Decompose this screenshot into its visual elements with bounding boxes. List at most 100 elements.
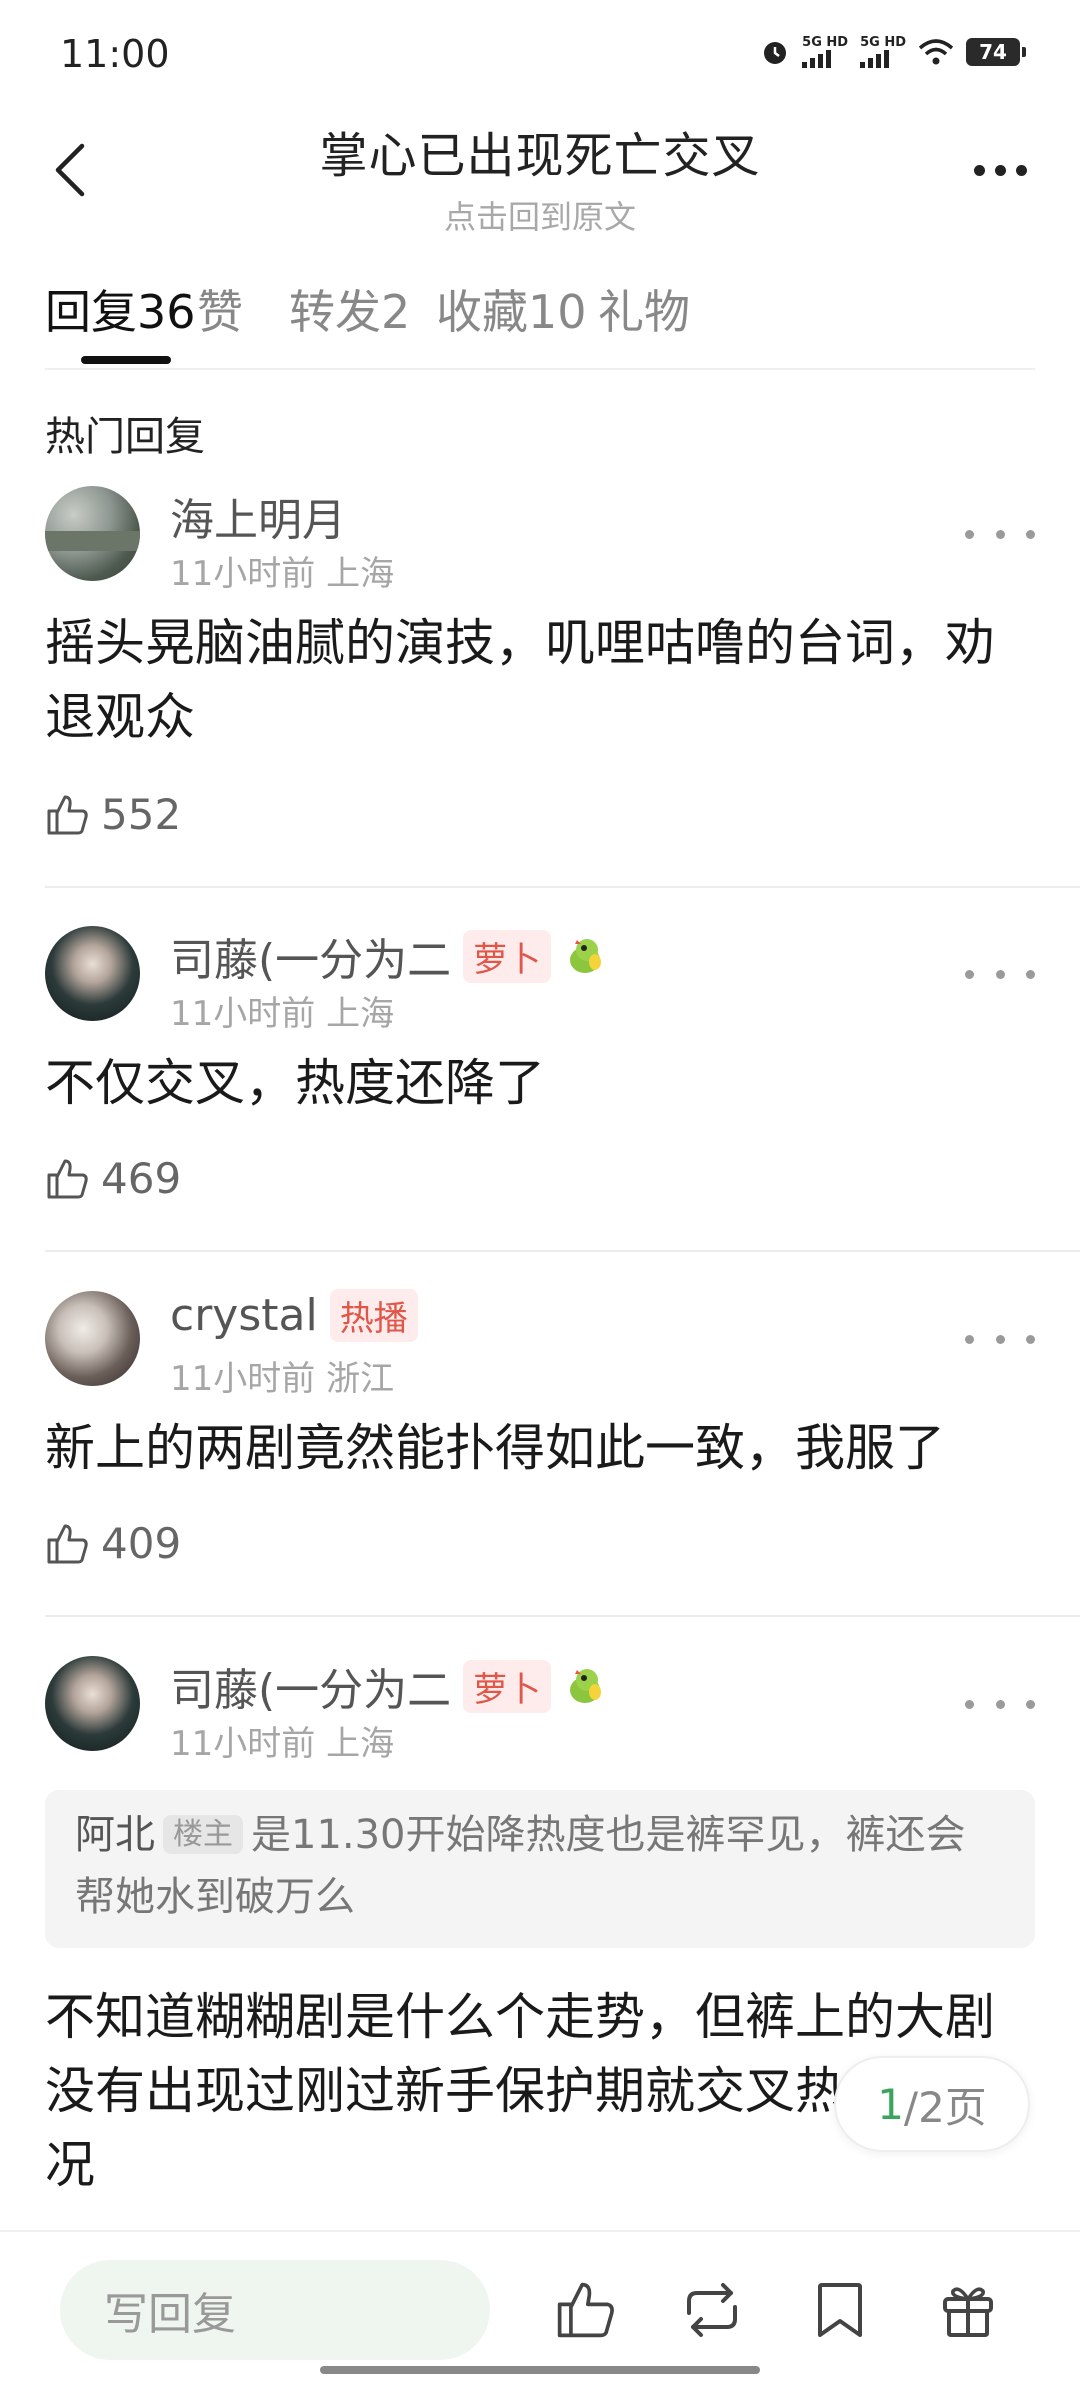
page-current: 1 <box>877 2079 904 2129</box>
dragon-emoji-icon <box>570 939 602 973</box>
comment-more-button[interactable] <box>965 514 1035 554</box>
tab-favorites[interactable]: 收藏10 <box>436 276 587 342</box>
user-badge: 热播 <box>329 1289 418 1342</box>
home-indicator[interactable] <box>320 2366 760 2374</box>
tab-label: 礼物 <box>598 285 690 339</box>
tab-bar: 回复36 赞 转发2 收藏10 礼物 <box>45 270 1035 370</box>
divider <box>45 1615 1080 1617</box>
like-count: 409 <box>101 1519 182 1568</box>
battery-icon: 74 <box>966 38 1026 66</box>
network-label: 5G HD <box>802 35 849 50</box>
tab-gifts[interactable]: 礼物 <box>598 276 690 342</box>
comment-location: 上海 <box>326 994 395 1034</box>
comment-more-button[interactable] <box>965 1684 1035 1724</box>
section-title: 热门回复 <box>45 414 205 460</box>
comment-meta: 11小时前 上海 <box>170 986 394 1035</box>
reply-input[interactable]: 写回复 <box>60 2260 490 2360</box>
comment-meta: 11小时前 上海 <box>170 546 394 595</box>
tab-label: 回复 <box>45 285 137 339</box>
avatar[interactable] <box>45 1656 140 1751</box>
comment-meta: 11小时前 浙江 <box>170 1351 394 1400</box>
bookmark-button[interactable] <box>800 2270 880 2350</box>
like-button[interactable]: 409 <box>45 1519 181 1568</box>
repost-icon <box>687 2283 737 2337</box>
avatar[interactable] <box>45 926 140 1021</box>
op-badge: 楼主 <box>163 1815 243 1854</box>
comment-meta: 11小时前 上海 <box>170 1716 394 1765</box>
user-badge: 萝卜 <box>463 1659 552 1713</box>
quote-author: 阿北 <box>75 1812 155 1858</box>
back-to-original-link[interactable]: 点击回到原文 <box>200 192 880 238</box>
user-row: 司藤(一分为二 萝卜 <box>170 924 611 988</box>
title-block[interactable]: 掌心已出现死亡交叉 点击回到原文 <box>200 116 880 238</box>
comment-time: 11小时前 <box>170 554 316 594</box>
back-button[interactable] <box>30 130 110 210</box>
user-row: crystal 热播 <box>170 1289 418 1342</box>
divider <box>45 1250 1080 1252</box>
thumbs-up-icon <box>47 1524 88 1563</box>
avatar[interactable] <box>45 1291 140 1386</box>
header: 掌心已出现死亡交叉 点击回到原文 <box>0 110 1080 240</box>
tab-reposts[interactable]: 转发2 <box>289 276 410 342</box>
comment-location: 浙江 <box>326 1359 395 1399</box>
tab-count: 10 <box>528 285 587 339</box>
signal-icon: 5G HD <box>802 36 848 68</box>
comment-time: 11小时前 <box>170 1359 316 1399</box>
gift-button[interactable] <box>928 2270 1008 2350</box>
thumbs-up-icon <box>557 2282 614 2338</box>
quoted-reply[interactable]: 阿北 楼主 是11.30开始降热度也是裤罕见，裤还会帮她水到破万么 <box>45 1790 1035 1948</box>
chevron-left-icon <box>55 143 85 197</box>
comment-more-button[interactable] <box>965 1319 1035 1359</box>
user-row: 海上明月 <box>170 484 346 548</box>
page-indicator[interactable]: 1/2页 <box>834 2056 1030 2152</box>
wifi-icon <box>918 39 954 65</box>
bottom-bar: 写回复 <box>0 2230 1080 2388</box>
username[interactable]: 海上明月 <box>170 484 346 548</box>
username[interactable]: 司藤(一分为二 <box>170 1654 451 1718</box>
comment-text: 新上的两剧竟然能扑得如此一致，我服了 <box>45 1419 945 1477</box>
active-tab-indicator <box>81 356 171 364</box>
tab-replies[interactable]: 回复36 <box>45 276 196 342</box>
comment-text: 不仅交叉，热度还降了 <box>45 1054 545 1112</box>
user-badge: 萝卜 <box>463 929 552 983</box>
dot <box>994 164 1006 176</box>
tab-label: 赞 <box>197 285 243 339</box>
avatar[interactable] <box>45 486 140 581</box>
dot <box>1015 164 1027 176</box>
status-time: 11:00 <box>60 32 170 76</box>
gift-icon <box>943 2287 993 2337</box>
comment-text: 摇头晃脑油腻的演技，叽哩咕噜的台词，劝退观众 <box>45 614 995 746</box>
dragon-emoji-icon <box>570 1669 602 1703</box>
dot <box>973 164 985 176</box>
username[interactable]: 司藤(一分为二 <box>170 924 451 988</box>
tab-likes[interactable]: 赞 <box>197 276 243 342</box>
tab-label: 转发 <box>289 285 381 339</box>
like-button[interactable]: 469 <box>45 1154 181 1203</box>
tab-label: 收藏 <box>436 285 528 339</box>
more-options-button[interactable] <box>950 140 1050 200</box>
signal-icon: 5G HD <box>860 36 906 68</box>
like-count: 552 <box>101 790 182 839</box>
status-bar: 11:00 5G HD 5G HD 74 <box>0 0 1080 110</box>
user-row: 司藤(一分为二 萝卜 <box>170 1654 611 1718</box>
page-total: /2页 <box>903 2082 987 2132</box>
status-icons: 5G HD 5G HD 74 <box>760 36 1026 68</box>
thumbs-up-icon <box>47 1159 88 1198</box>
like-button[interactable]: 552 <box>45 790 181 839</box>
thumbs-up-icon <box>47 795 88 834</box>
comment-location: 上海 <box>326 1724 395 1764</box>
network-label: 5G HD <box>860 35 906 50</box>
comment-more-button[interactable] <box>965 954 1035 994</box>
username[interactable]: crystal <box>170 1290 318 1341</box>
divider <box>45 886 1080 888</box>
tab-count: 2 <box>381 285 411 339</box>
comment-time: 11小时前 <box>170 1724 316 1764</box>
tab-count: 36 <box>137 285 196 339</box>
like-post-button[interactable] <box>545 2270 625 2350</box>
page-title: 掌心已出现死亡交叉 <box>319 128 761 184</box>
alarm-icon <box>764 42 787 64</box>
like-count: 469 <box>101 1154 182 1203</box>
bookmark-icon <box>818 2283 862 2337</box>
repost-button[interactable] <box>672 2270 752 2350</box>
comment-time: 11小时前 <box>170 994 316 1034</box>
